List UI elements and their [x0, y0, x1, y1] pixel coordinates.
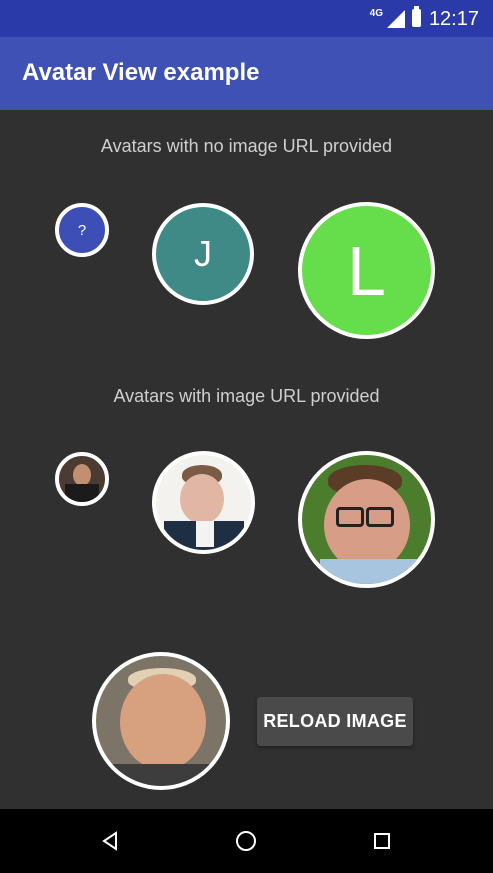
shirt-icon [196, 521, 214, 547]
battery-icon [412, 6, 421, 27]
jacket-icon [65, 484, 99, 502]
app-title: Avatar View example [22, 59, 260, 86]
reload-image-button[interactable]: RELOAD IMAGE [257, 697, 413, 746]
glasses-icon [336, 507, 364, 527]
clock: 12:17 [428, 8, 479, 30]
avatar-initial-j: J [194, 233, 212, 274]
avatar-initial-question: ? [77, 221, 87, 239]
avatar-photo-bottom[interactable] [92, 652, 230, 790]
face-icon [73, 464, 91, 486]
avatar-photo-small[interactable] [55, 452, 109, 506]
avatar-large-placeholder[interactable]: L [298, 202, 435, 339]
back-icon[interactable] [96, 827, 124, 855]
avatar-photo-medium[interactable] [152, 451, 255, 554]
section-title-with-image: Avatars with image URL provided [113, 386, 380, 406]
avatar-small-placeholder[interactable]: ? [55, 203, 109, 257]
avatar-initial-l: L [347, 231, 386, 310]
shirt-icon [320, 559, 420, 584]
face-icon [180, 474, 224, 524]
avatar-medium-placeholder[interactable]: J [152, 203, 254, 305]
recent-apps-icon[interactable] [368, 827, 396, 855]
status-bar: 4G 12:17 [0, 0, 493, 37]
signal-icon [387, 10, 405, 28]
home-icon[interactable] [232, 827, 260, 855]
glasses-icon [366, 507, 394, 527]
app-bar: Avatar View example [0, 37, 493, 110]
jacket-icon [110, 764, 218, 786]
network-label: 4G [369, 8, 383, 19]
navigation-bar [0, 809, 493, 873]
section-title-no-image: Avatars with no image URL provided [100, 136, 393, 156]
avatar-photo-large[interactable] [298, 451, 435, 588]
face-icon [120, 674, 206, 770]
